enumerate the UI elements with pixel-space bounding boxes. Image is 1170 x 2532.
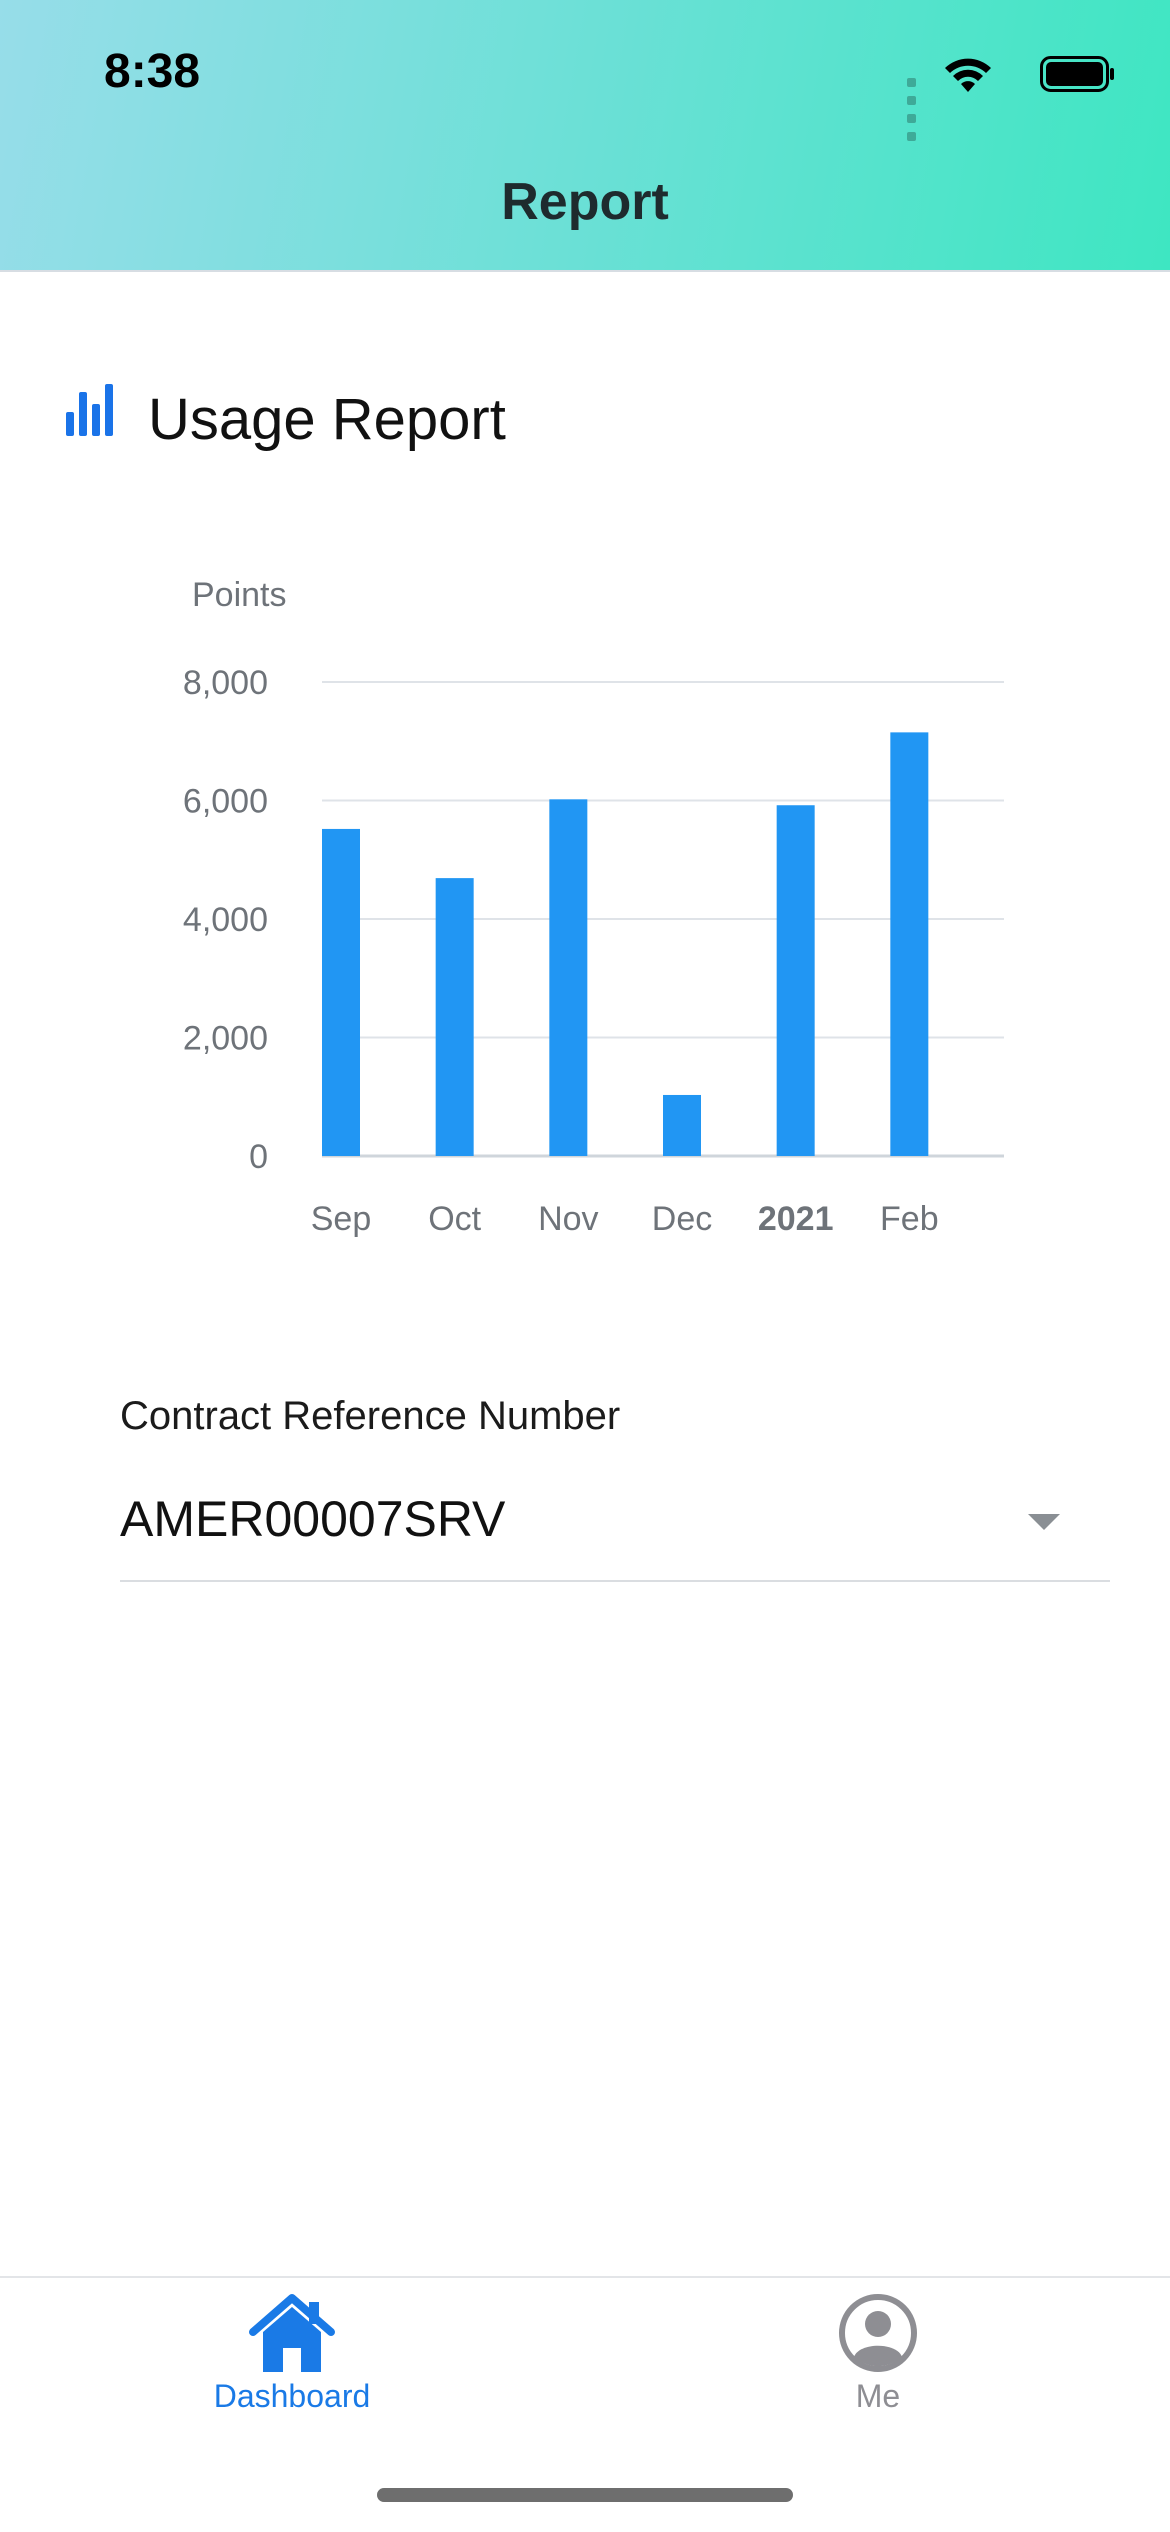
tab-dashboard[interactable]: Dashboard: [142, 2292, 442, 2442]
bar-oct: [435, 878, 474, 1156]
chevron-down-icon: [1028, 1514, 1060, 1530]
x-tick-label: 2021: [758, 1200, 834, 1238]
app-header: 8:38 Report: [0, 0, 1170, 272]
y-axis-label: Points: [192, 576, 287, 614]
wifi-icon: [945, 58, 991, 92]
user-profile-icon: [839, 2294, 917, 2372]
x-tick-label: Feb: [880, 1200, 939, 1238]
y-tick-label: 4,000: [183, 901, 268, 939]
y-tick-label: 0: [249, 1138, 268, 1176]
tab-me-label: Me: [855, 2378, 901, 2414]
bar-chart-icon: [66, 384, 113, 436]
page-title: Report: [501, 173, 669, 231]
y-tick-label: 6,000: [183, 783, 268, 821]
y-tick-label: 2,000: [183, 1020, 268, 1058]
usage-chart: Points Sep Oct Nov Dec 2021 Feb 0 2,000 4,000 6,…: [0, 560, 1170, 1260]
y-tick-label: 8,000: [183, 664, 268, 702]
x-tick-label: Nov: [538, 1200, 598, 1238]
bar-dec: [663, 1094, 701, 1156]
status-time: 8:38: [104, 45, 201, 98]
cellular-signal-icon: [903, 74, 916, 146]
bar-nov: [549, 799, 588, 1156]
bar-2021: [776, 805, 815, 1156]
section-title: Usage Report: [148, 387, 506, 452]
contract-select[interactable]: AMER00007SRV: [120, 1470, 1110, 1582]
contract-label: Contract Reference Number: [120, 1394, 621, 1438]
x-tick-label: Oct: [428, 1200, 481, 1238]
home-indicator: [377, 2488, 793, 2502]
battery-icon: [1040, 56, 1114, 92]
tab-me[interactable]: Me: [728, 2292, 1028, 2442]
home-icon: [249, 2294, 335, 2372]
x-tick-label: Sep: [311, 1200, 372, 1238]
contract-value: AMER00007SRV: [120, 1491, 506, 1547]
bar-feb: [890, 732, 929, 1156]
tab-dashboard-label: Dashboard: [213, 2378, 371, 2414]
x-tick-label: Dec: [652, 1200, 712, 1238]
bar-sep: [322, 828, 360, 1156]
usage-bar-chart: Points Sep Oct Nov Dec 2021 Feb 0 2,000 4,000 6,…: [183, 576, 1004, 1238]
